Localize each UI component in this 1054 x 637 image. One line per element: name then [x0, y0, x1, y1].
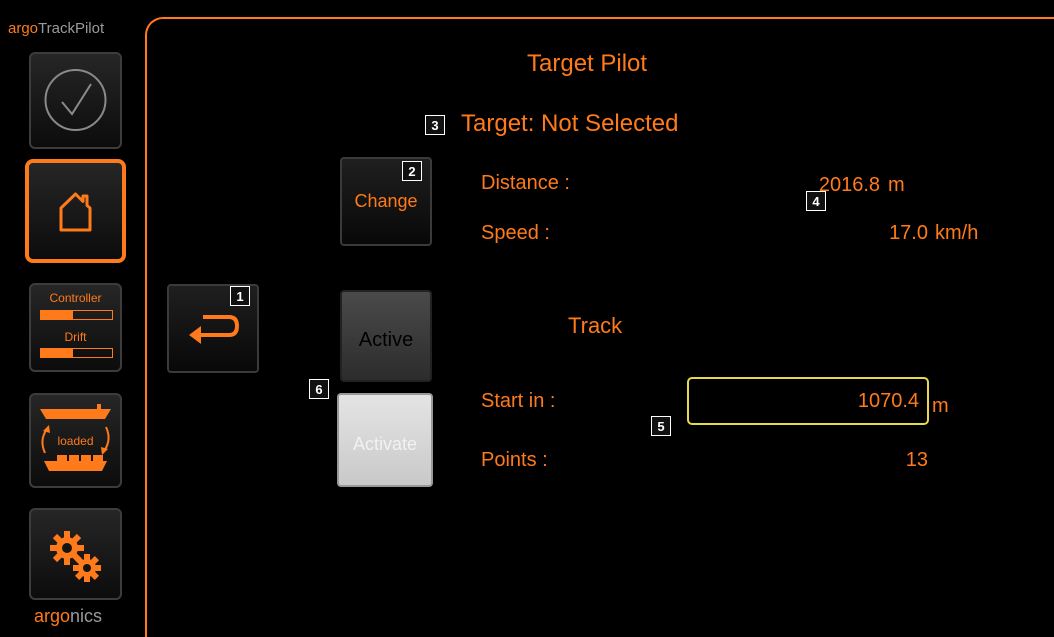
sidebar-item-settings[interactable] [29, 508, 122, 600]
return-arrow-icon [189, 314, 239, 344]
controller-level-bar [40, 310, 113, 320]
speed-label: Speed : [481, 222, 550, 244]
home-icon [59, 192, 92, 232]
callout-1: 1 [230, 286, 250, 306]
callout-6: 6 [309, 379, 329, 399]
activate-button[interactable]: Activate [337, 393, 433, 487]
gears-icon [50, 531, 101, 582]
start-in-label: Start in : [481, 390, 556, 412]
start-in-input[interactable]: 1070.4 [687, 377, 929, 425]
brand-logo-top: argoTrackPilot [8, 20, 105, 37]
start-in-unit: m [932, 395, 949, 417]
active-button[interactable]: Active [340, 290, 432, 382]
active-button-label: Active [358, 328, 414, 351]
distance-value: 2016.8 [818, 174, 880, 196]
speed-value: 17.0 [889, 222, 928, 244]
points-label: Points : [481, 449, 548, 471]
check-circle-icon [44, 69, 107, 131]
brand-logo-bottom: argonics [34, 606, 103, 626]
sidebar-item-status[interactable] [29, 52, 122, 149]
controller-label: Controller [49, 291, 102, 305]
distance-unit: m [888, 174, 905, 196]
sidebar-item-load-state[interactable]: loaded [29, 393, 122, 488]
drift-label: Drift [64, 330, 87, 344]
sidebar-item-controller-drift[interactable]: Controller Drift [29, 283, 122, 372]
callout-4: 4 [806, 191, 826, 211]
callout-5: 5 [651, 416, 671, 436]
load-state-label: loaded [57, 434, 94, 448]
activate-button-label: Activate [352, 433, 418, 454]
callout-3: 3 [425, 115, 445, 135]
points-value: 13 [905, 449, 928, 471]
page-title: Target Pilot [527, 50, 648, 77]
drift-level-bar [40, 348, 113, 358]
sidebar-item-home[interactable] [25, 159, 126, 263]
speed-unit: km/h [935, 222, 979, 244]
callout-2: 2 [402, 161, 422, 181]
track-title: Track [568, 313, 623, 338]
distance-label: Distance : [481, 172, 570, 194]
target-status: Target: Not Selected [461, 110, 679, 137]
change-button-label: Change [354, 191, 418, 211]
